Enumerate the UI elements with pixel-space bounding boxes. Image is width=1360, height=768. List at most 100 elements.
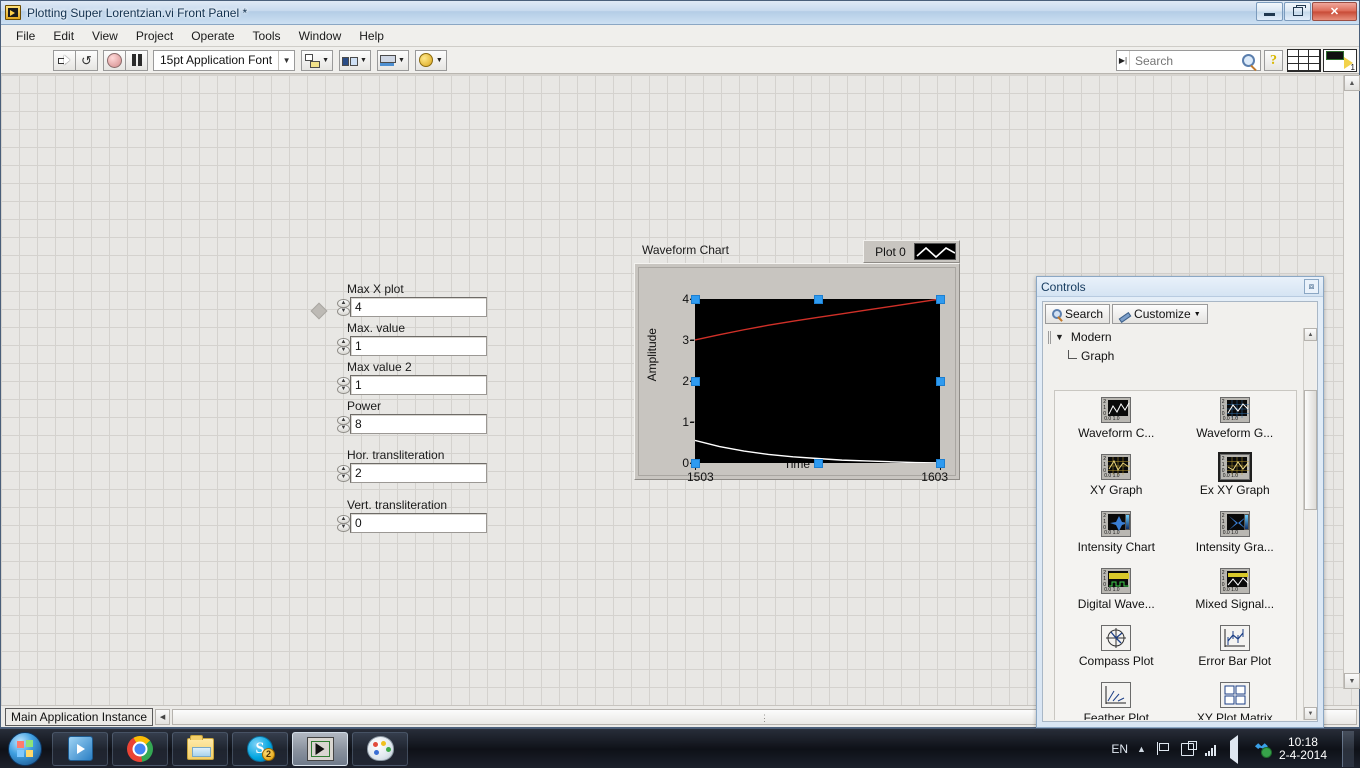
application-instance-label[interactable]: Main Application Instance bbox=[5, 707, 154, 726]
chevron-down-icon[interactable]: ▼ bbox=[278, 50, 294, 70]
chart-body[interactable]: Amplitude Time 01234 1503 1603 bbox=[634, 263, 960, 484]
palette-item[interactable]: 2 1 0 0.0 1.0 Waveform C... bbox=[1057, 397, 1176, 454]
taskbar-app-google-chrome[interactable] bbox=[112, 731, 168, 766]
selection-handle[interactable] bbox=[691, 459, 700, 468]
selection-handle[interactable] bbox=[691, 295, 700, 304]
palette-tree-root[interactable]: ▼ Modern bbox=[1044, 328, 1303, 346]
compass-plot-icon[interactable] bbox=[1101, 625, 1132, 651]
align-objects-button[interactable]: ▼ bbox=[301, 49, 334, 71]
controls-palette[interactable]: Controls ⧈ Search Customize ▼ ▼ Modern G… bbox=[1036, 276, 1324, 728]
spinner-vert-transliteration[interactable]: ▲ ▼ bbox=[337, 513, 350, 533]
font-selector[interactable]: 15pt Application Font ▼ bbox=[153, 49, 296, 71]
pause-button[interactable] bbox=[125, 49, 148, 71]
waveform-graph-icon[interactable]: 2 1 0 0.0 1.0 bbox=[1219, 397, 1250, 423]
palette-tree-child[interactable]: Graph bbox=[1044, 346, 1303, 365]
xy-plot-matrix-icon[interactable] bbox=[1219, 682, 1250, 708]
drag-handle-icon[interactable] bbox=[1048, 330, 1051, 344]
menu-operate[interactable]: Operate bbox=[182, 27, 243, 45]
spin-down-icon[interactable]: ▼ bbox=[337, 423, 350, 433]
network-icon[interactable] bbox=[1180, 740, 1197, 757]
palette-item[interactable]: 2 1 0 0.0 1.0 Digital Wave... bbox=[1057, 568, 1176, 625]
search-box[interactable]: ▶| bbox=[1116, 50, 1261, 71]
intensity-graph-icon[interactable]: 2 1 0 0.0 1.0 bbox=[1219, 511, 1250, 537]
feather-plot-icon[interactable] bbox=[1101, 682, 1132, 708]
panel-vertical-scrollbar[interactable]: ▲ ▼ bbox=[1343, 75, 1360, 689]
resize-objects-button[interactable]: ▼ bbox=[376, 49, 409, 71]
show-desktop-button[interactable] bbox=[1342, 730, 1354, 767]
run-continuously-button[interactable]: ↺ bbox=[75, 49, 98, 71]
reorder-button[interactable]: ▼ bbox=[414, 49, 447, 71]
taskbar-app-skype[interactable]: S 2 bbox=[232, 731, 288, 766]
menu-edit[interactable]: Edit bbox=[44, 27, 83, 45]
palette-item[interactable]: 2 1 0 0.0 1.0 XY Graph bbox=[1057, 454, 1176, 511]
numeric-input-vert-transliteration[interactable]: 0 bbox=[350, 513, 487, 533]
show-hidden-icons-button[interactable]: ▲ bbox=[1137, 744, 1146, 754]
menu-window[interactable]: Window bbox=[290, 27, 351, 45]
volume-icon[interactable] bbox=[1229, 734, 1246, 764]
pin-palette-button[interactable]: ⧈ bbox=[1304, 279, 1319, 294]
scroll-down-button[interactable]: ▼ bbox=[1344, 673, 1360, 689]
intensity-chart-icon[interactable]: 2 1 0 0.0 1.0 bbox=[1101, 511, 1132, 537]
clock[interactable]: 10:18 2-4-2014 bbox=[1279, 735, 1327, 762]
palette-item[interactable]: 2 1 0 0.0 1.0 Mixed Signal... bbox=[1176, 568, 1295, 625]
signal-bars-icon[interactable] bbox=[1204, 741, 1221, 757]
xy-graph-icon[interactable]: 2 1 0 0.0 1.0 bbox=[1101, 454, 1132, 480]
numeric-input-max-value-2[interactable]: 1 bbox=[350, 375, 487, 395]
selection-handle[interactable] bbox=[936, 295, 945, 304]
palette-scroll-down-button[interactable]: ▼ bbox=[1304, 707, 1317, 720]
taskbar-app-windows-media-player[interactable] bbox=[52, 731, 108, 766]
close-button[interactable]: ✕ bbox=[1312, 2, 1357, 21]
menu-help[interactable]: Help bbox=[350, 27, 393, 45]
palette-item[interactable]: Compass Plot bbox=[1057, 625, 1176, 682]
ex-xy-graph-icon[interactable]: 2 1 0 0.0 1.0 bbox=[1217, 452, 1252, 482]
taskbar-app-windows-explorer[interactable] bbox=[172, 731, 228, 766]
numeric-input-hor-transliteration[interactable]: 2 bbox=[350, 463, 487, 483]
waveform-chart[interactable]: Waveform Chart Plot 0 Amplitude Time 0 1… bbox=[634, 240, 960, 484]
plot-legend[interactable]: Plot 0 bbox=[863, 240, 960, 263]
mixed-signal-graph-icon[interactable]: 2 1 0 0.0 1.0 bbox=[1219, 568, 1250, 594]
window-titlebar[interactable]: Plotting Super Lorentzian.vi Front Panel… bbox=[1, 1, 1359, 25]
selection-handle[interactable] bbox=[813, 295, 823, 304]
palette-item[interactable]: 2 1 0 0.0 1.0 Intensity Gra... bbox=[1176, 511, 1295, 568]
palette-scroll-up-button[interactable]: ▲ bbox=[1304, 328, 1317, 341]
scroll-left-button[interactable]: ◀ bbox=[155, 708, 171, 725]
digital-waveform-icon[interactable]: 2 1 0 0.0 1.0 bbox=[1101, 568, 1132, 594]
action-center-flag-icon[interactable] bbox=[1155, 741, 1171, 757]
palette-item[interactable]: 2 1 0 0.0 1.0 Waveform G... bbox=[1176, 397, 1295, 454]
chevron-down-icon[interactable]: ▼ bbox=[1055, 332, 1064, 342]
spinner-max-value[interactable]: ▲ ▼ bbox=[337, 336, 350, 356]
numeric-input-power[interactable]: 8 bbox=[350, 414, 487, 434]
error-bar-plot-icon[interactable] bbox=[1219, 625, 1250, 651]
start-button[interactable] bbox=[2, 731, 48, 767]
palette-titlebar[interactable]: Controls ⧈ bbox=[1037, 277, 1323, 297]
spinner-max-x-plot[interactable]: ▲ ▼ bbox=[337, 297, 350, 317]
palette-customize-button[interactable]: Customize ▼ bbox=[1112, 304, 1208, 324]
spin-down-icon[interactable]: ▼ bbox=[337, 384, 350, 394]
selection-handle[interactable] bbox=[936, 459, 945, 468]
search-input[interactable] bbox=[1130, 53, 1230, 68]
search-scope-icon[interactable]: ▶| bbox=[1117, 51, 1130, 70]
scroll-up-button[interactable]: ▲ bbox=[1344, 75, 1360, 91]
tray-language[interactable]: EN bbox=[1111, 742, 1128, 756]
palette-item[interactable]: Feather Plot bbox=[1057, 682, 1176, 720]
palette-scrollbar[interactable]: ▲ ▼ bbox=[1303, 328, 1317, 720]
numeric-input-max-value[interactable]: 1 bbox=[350, 336, 487, 356]
spin-down-icon[interactable]: ▼ bbox=[337, 472, 350, 482]
spinner-hor-transliteration[interactable]: ▲ ▼ bbox=[337, 463, 350, 483]
selection-handle[interactable] bbox=[691, 377, 700, 386]
dropbox-icon[interactable] bbox=[1255, 741, 1272, 758]
palette-item[interactable]: 2 1 0 0.0 1.0 Ex XY Graph bbox=[1176, 452, 1295, 511]
selection-handle[interactable] bbox=[936, 377, 945, 386]
menu-project[interactable]: Project bbox=[127, 27, 182, 45]
palette-item[interactable]: XY Plot Matrix bbox=[1176, 682, 1295, 720]
palette-scroll-thumb[interactable] bbox=[1304, 390, 1317, 510]
spinner-power[interactable]: ▲ ▼ bbox=[337, 414, 350, 434]
spin-down-icon[interactable]: ▼ bbox=[337, 522, 350, 532]
plot-legend-swatch-icon[interactable] bbox=[914, 243, 956, 260]
taskbar-app-paint[interactable] bbox=[352, 731, 408, 766]
context-help-button[interactable]: ? bbox=[1264, 50, 1283, 71]
plot-area[interactable] bbox=[695, 299, 940, 463]
menu-file[interactable]: File bbox=[7, 27, 44, 45]
waveform-chart-icon[interactable]: 2 1 0 0.0 1.0 bbox=[1101, 397, 1132, 423]
spin-down-icon[interactable]: ▼ bbox=[337, 345, 350, 355]
